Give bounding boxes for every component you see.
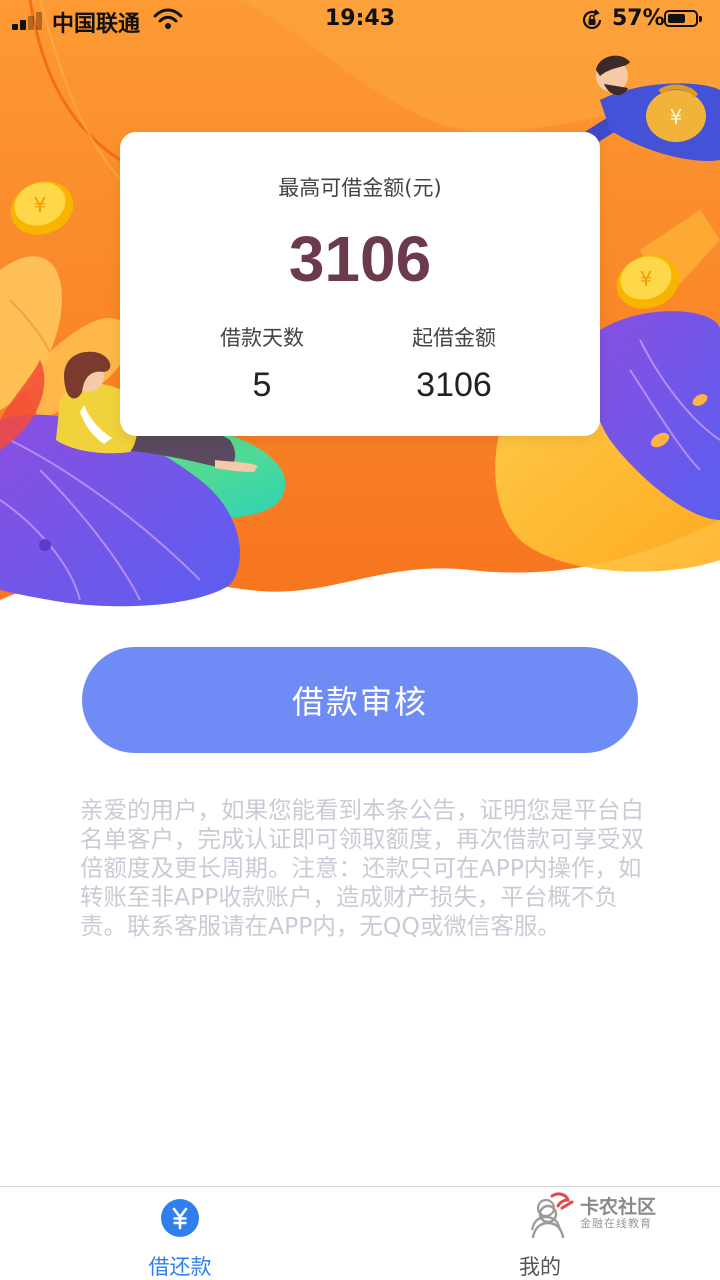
svg-text:¥: ¥ xyxy=(670,105,683,129)
kanong-watermark: 卡农社区 金融在线教育 xyxy=(528,1190,668,1234)
min-loan-value: 3106 xyxy=(416,366,492,404)
battery-percent: 57% xyxy=(612,6,665,31)
loan-days-stat: 借款天数 5 xyxy=(162,322,362,405)
status-bar: 中国联通 19:43 57% xyxy=(0,0,720,40)
svg-text:¥: ¥ xyxy=(640,267,653,291)
credit-limit-amount: 3106 xyxy=(288,223,432,295)
orientation-lock-icon xyxy=(580,8,604,38)
watermark-logo-icon xyxy=(530,1192,574,1231)
min-loan-stat: 起借金额 3106 xyxy=(354,322,554,405)
loan-review-button[interactable]: 借款审核 xyxy=(82,647,638,753)
watermark-subtitle: 金融在线教育 xyxy=(580,1217,652,1230)
svg-text:¥: ¥ xyxy=(34,193,47,217)
loan-app-screen: ¥ ¥ ¥ 中国联通 19:43 57% 最高可借金额(元) 3106 借款天数… xyxy=(0,0,720,1280)
loan-days-label: 借款天数 xyxy=(220,326,304,350)
credit-limit-title: 最高可借金额(元) xyxy=(278,176,442,200)
loan-days-value: 5 xyxy=(252,366,272,404)
min-loan-label: 起借金额 xyxy=(412,326,496,350)
battery-icon xyxy=(664,10,702,27)
yuan-circle-icon xyxy=(161,1199,199,1237)
announcement-text: 亲爱的用户，如果您能看到本条公告，证明您是平台白名单客户，完成认证即可领取额度，… xyxy=(80,796,644,940)
tab-loan-repay[interactable]: 借还款 xyxy=(0,1187,360,1280)
credit-limit-card: 最高可借金额(元) 3106 借款天数 5 起借金额 3106 xyxy=(120,132,600,436)
tab-mine-label: 我的 xyxy=(519,1255,561,1279)
tab-loan-repay-label: 借还款 xyxy=(148,1255,212,1279)
